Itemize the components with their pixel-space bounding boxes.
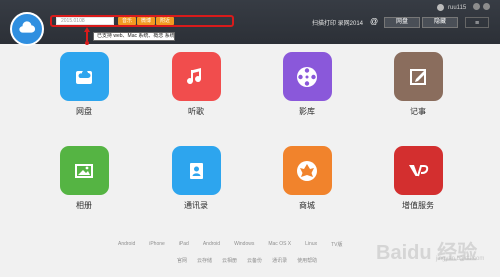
app-tile-music[interactable]: 听歌 [156, 52, 236, 132]
app-tile-video[interactable]: 影库 [267, 52, 347, 132]
app-label: 商城 [299, 201, 315, 210]
note-icon[interactable] [393, 52, 443, 101]
link-row: 官网 云存储 云相册 云备份 通讯录 使用帮助 [177, 257, 327, 265]
app-tile-store[interactable]: 商城 [267, 146, 347, 226]
footer-link[interactable]: 云相册 [222, 257, 237, 265]
platform-item[interactable]: Mac OS X [268, 241, 291, 249]
scan-text: 扫描打印 录网2014 [312, 21, 364, 27]
user-avatar[interactable] [437, 4, 444, 11]
app-tile-photos[interactable]: 相册 [44, 146, 124, 226]
watermark-url: jingyan.baidu.com [436, 256, 485, 262]
contacts-icon[interactable] [171, 146, 221, 195]
app-label: 记事 [410, 107, 426, 116]
footer-link[interactable]: 云存储 [197, 257, 212, 265]
footer-link[interactable]: 使用帮助 [297, 257, 317, 265]
app-label: 网盘 [76, 107, 92, 116]
vip-icon[interactable] [393, 146, 443, 195]
app-label: 相册 [76, 201, 92, 210]
window: 音乐 微博 附近 已支持 web、Mac 系统、概念 系统 ruu115 扫描打… [0, 0, 500, 277]
store-icon[interactable] [282, 146, 332, 195]
app-tile-notes[interactable]: 记事 [378, 52, 458, 132]
photo-icon[interactable] [59, 146, 109, 195]
user-area: ruu115 [395, 2, 495, 14]
platform-item[interactable]: Android [203, 241, 220, 249]
minimize-icon[interactable] [473, 3, 480, 10]
user-name[interactable]: ruu115 [448, 2, 466, 14]
platform-item[interactable]: iPad [179, 241, 189, 249]
hint-box: 已支持 web、Mac 系统、概念 系统 [93, 32, 175, 41]
at-icon[interactable]: @ [370, 17, 378, 26]
logo [10, 12, 44, 46]
annotation-arrow-dot [85, 41, 89, 45]
app-tile-cloud-drive[interactable]: 网盘 [44, 52, 124, 132]
platform-item[interactable]: Linux [305, 241, 317, 249]
platform-item[interactable]: TV版 [331, 241, 342, 249]
apps-grid: 网盘 听歌 影库 记事 相册 通讯录 商城 增值服务 [38, 52, 468, 220]
app-tile-contacts[interactable]: 通讯录 [156, 146, 236, 226]
footer-link[interactable]: 云备份 [247, 257, 262, 265]
app-tile-vip[interactable]: 增值服务 [378, 146, 458, 226]
annotation-arrow-stem [86, 32, 88, 41]
cloud-drive-icon[interactable] [59, 52, 109, 101]
platform-item[interactable]: Windows [234, 241, 254, 249]
footer-link[interactable]: 官网 [177, 257, 187, 265]
music-icon[interactable] [171, 52, 221, 101]
video-icon[interactable] [282, 52, 332, 101]
tab-cloud[interactable]: 网盘 [384, 17, 420, 28]
cloud-logo-icon [19, 21, 36, 33]
tab-privacy[interactable]: 隐藏 [422, 17, 458, 28]
platform-item[interactable]: Android [118, 241, 135, 249]
close-icon[interactable] [483, 3, 490, 10]
menu-button[interactable]: ≡ [465, 17, 489, 28]
platform-item[interactable]: iPhone [149, 241, 165, 249]
music-button[interactable]: 音乐 [118, 17, 136, 25]
weibo-button[interactable]: 微博 [137, 17, 155, 25]
nearby-button[interactable]: 附近 [156, 17, 174, 25]
search-input[interactable] [56, 17, 114, 25]
app-label: 增值服务 [402, 201, 434, 210]
platform-row: Android iPhone iPad Android Windows Mac … [118, 241, 378, 249]
watermark: Baidu 经验 jingyan.baidu.com [376, 236, 496, 264]
app-label: 通讯录 [184, 201, 208, 210]
top-bar: 音乐 微博 附近 已支持 web、Mac 系统、概念 系统 ruu115 扫描打… [0, 0, 500, 46]
app-label: 影库 [299, 107, 315, 116]
footer-link[interactable]: 通讯录 [272, 257, 287, 265]
app-label: 听歌 [188, 107, 204, 116]
